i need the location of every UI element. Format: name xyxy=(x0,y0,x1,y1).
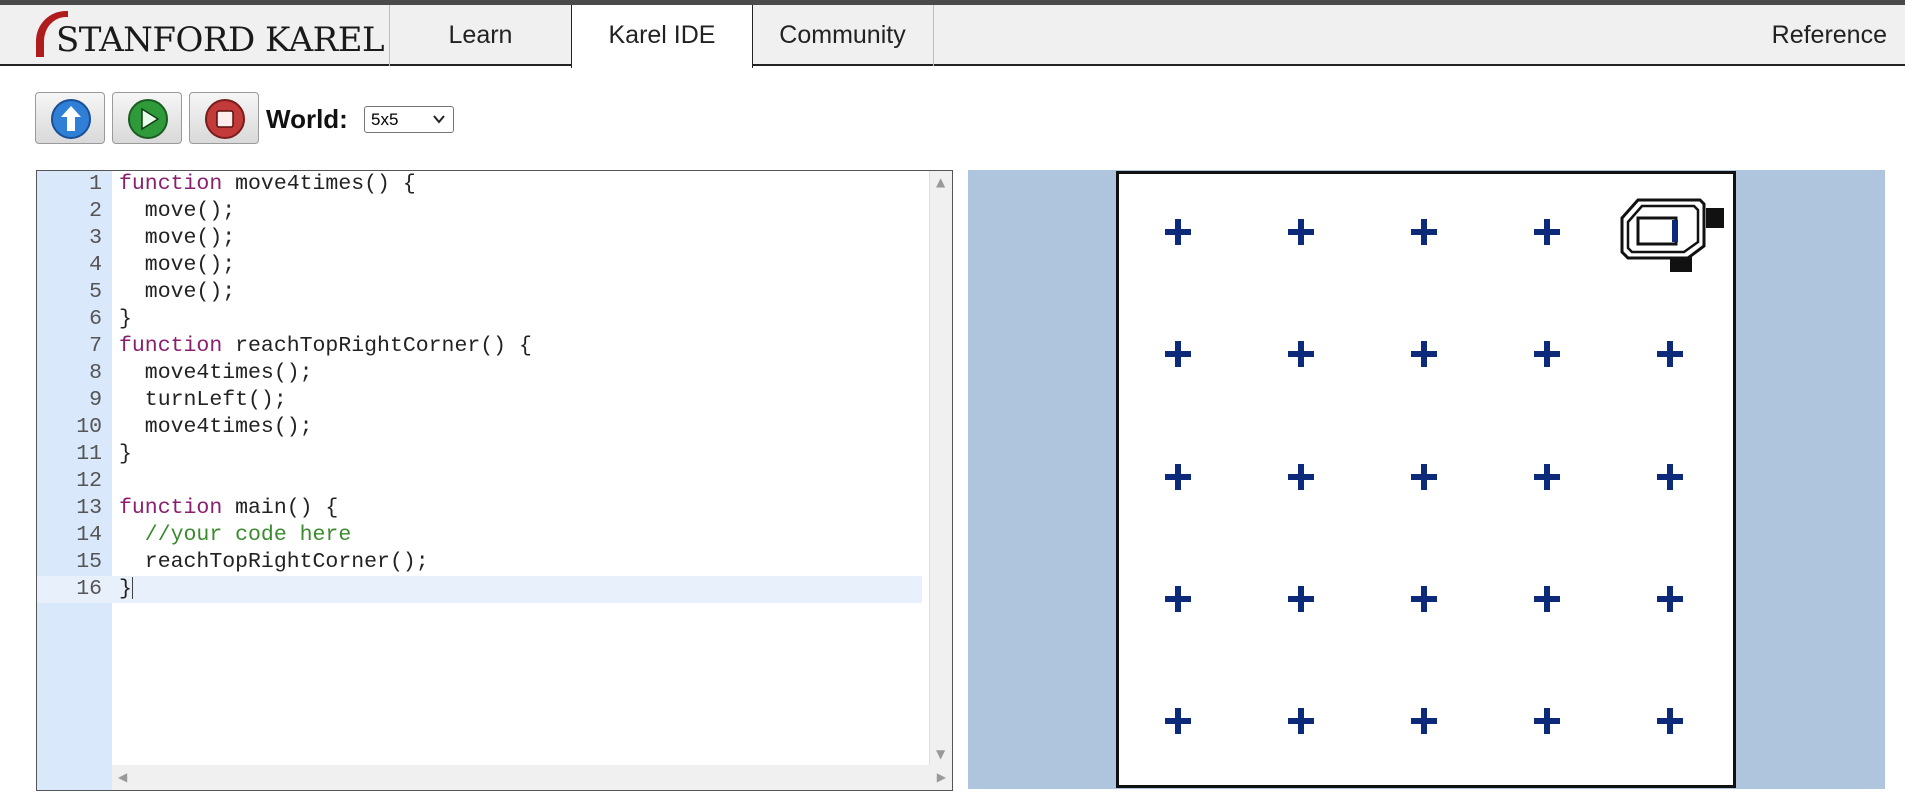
code-line[interactable]: 14 //your code here xyxy=(37,522,922,549)
grid-corner-marker xyxy=(1656,463,1683,490)
code-text: reachTopRightCorner(); xyxy=(119,550,429,574)
code-text: //your code here xyxy=(119,523,352,547)
grid-corner-marker xyxy=(1533,707,1560,734)
horizontal-scrollbar[interactable]: ◀ ▶ xyxy=(112,765,952,790)
line-number: 13 xyxy=(76,496,102,520)
grid-corner-marker xyxy=(1165,463,1192,490)
code-text: move(); xyxy=(119,253,236,277)
code-line[interactable]: 16} xyxy=(37,576,922,603)
code-line[interactable]: 15 reachTopRightCorner(); xyxy=(37,549,922,576)
code-text: function move4times() { xyxy=(119,172,416,196)
code-text: function reachTopRightCorner() { xyxy=(119,334,532,358)
grid-corner-marker xyxy=(1411,341,1437,368)
scroll-left-icon[interactable]: ◀ xyxy=(118,770,127,784)
reset-button[interactable] xyxy=(35,92,105,144)
grid-corner-marker xyxy=(1288,219,1315,246)
code-line[interactable]: 8 move4times(); xyxy=(37,360,922,387)
line-number: 4 xyxy=(89,253,102,277)
line-number: 15 xyxy=(76,550,102,574)
grid-corner-marker xyxy=(1656,585,1683,612)
up-arrow-icon xyxy=(51,99,91,139)
line-number: 9 xyxy=(89,388,102,412)
scroll-right-icon[interactable]: ▶ xyxy=(937,770,946,784)
stanford-karel-logo[interactable]: STANFORD KAREL xyxy=(0,5,390,66)
code-line[interactable]: 10 move4times(); xyxy=(37,414,922,441)
grid-corner-marker xyxy=(1533,585,1560,612)
line-number: 11 xyxy=(76,442,102,466)
code-text: function main() { xyxy=(119,496,339,520)
tab-karel-ide[interactable]: Karel IDE xyxy=(571,5,753,68)
line-number: 10 xyxy=(76,415,102,439)
tab-community[interactable]: Community xyxy=(752,5,934,66)
grid-corner-marker xyxy=(1288,707,1315,734)
tab-learn[interactable]: Learn xyxy=(390,5,572,66)
line-number: 6 xyxy=(89,307,102,331)
grid-corner-marker xyxy=(1533,463,1560,490)
line-number: 7 xyxy=(89,334,102,358)
line-number: 5 xyxy=(89,280,102,304)
chevron-down-icon xyxy=(433,115,445,124)
code-line[interactable]: 9 turnLeft(); xyxy=(37,387,922,414)
code-text: turnLeft(); xyxy=(119,388,287,412)
grid-corner-marker xyxy=(1656,341,1683,368)
code-text: move4times(); xyxy=(119,361,313,385)
line-number: 14 xyxy=(76,523,102,547)
line-number: 12 xyxy=(76,469,102,493)
grid-corner-marker xyxy=(1165,707,1192,734)
grid-corner-marker xyxy=(1411,463,1437,490)
world-select[interactable]: 5x5 xyxy=(364,106,454,133)
grid-corner-marker xyxy=(1288,585,1315,612)
line-number: 2 xyxy=(89,199,102,223)
grid-corner-marker xyxy=(1165,219,1192,246)
code-line[interactable]: 5 move(); xyxy=(37,279,922,306)
grid-corner-marker xyxy=(1533,341,1560,368)
run-button[interactable] xyxy=(112,92,182,144)
stop-button[interactable] xyxy=(189,92,259,144)
grid-corner-marker xyxy=(1656,707,1683,734)
world-select-value: 5x5 xyxy=(371,110,399,129)
line-number: 1 xyxy=(89,172,102,196)
scroll-up-icon[interactable]: ▲ xyxy=(936,175,945,189)
line-number: 3 xyxy=(89,226,102,250)
grid-corner-marker xyxy=(1165,341,1192,368)
code-line[interactable]: 3 move(); xyxy=(37,225,922,252)
code-text: move(); xyxy=(119,199,236,223)
code-text: } xyxy=(119,307,132,331)
grid-corner-marker xyxy=(1533,219,1560,246)
code-editor[interactable]: 1 function move4times() {2 move(); 3 move(… xyxy=(36,170,953,791)
code-line[interactable]: 6} xyxy=(37,306,922,333)
reference-link[interactable]: Reference xyxy=(1772,5,1887,66)
world-label: World: xyxy=(266,104,348,134)
karel-robot-icon xyxy=(1620,198,1724,272)
vertical-scrollbar[interactable]: ▲ ▼ xyxy=(929,171,952,765)
grid-corner-marker xyxy=(1165,585,1192,612)
code-line[interactable]: 2 move(); xyxy=(37,198,922,225)
code-text: move(); xyxy=(119,280,236,304)
code-text: } xyxy=(119,577,133,601)
code-line[interactable]: 11} xyxy=(37,441,922,468)
line-number: 8 xyxy=(89,361,102,385)
scroll-down-icon[interactable]: ▼ xyxy=(936,747,945,761)
grid-corner-marker xyxy=(1288,341,1315,368)
logo-text: STANFORD KAREL xyxy=(56,20,385,60)
top-nav: STANFORD KAREL Learn Karel IDE Community… xyxy=(0,5,1905,68)
grid-corner-marker xyxy=(1411,585,1437,612)
line-number: 16 xyxy=(76,577,102,601)
code-line[interactable]: 4 move(); xyxy=(37,252,922,279)
code-text: move(); xyxy=(119,226,236,250)
code-line[interactable]: 7 function reachTopRightCorner() { xyxy=(37,333,922,360)
code-line[interactable]: 1 function move4times() { xyxy=(37,171,922,198)
play-icon xyxy=(128,99,168,139)
grid-corner-marker xyxy=(1411,219,1437,246)
grid-corner-marker xyxy=(1411,707,1437,734)
code-text: move4times(); xyxy=(119,415,313,439)
code-line[interactable]: 12 xyxy=(37,468,922,495)
grid-corner-marker xyxy=(1288,463,1315,490)
code-line[interactable]: 13 function main() { xyxy=(37,495,922,522)
stop-icon xyxy=(205,99,245,139)
karel-world-panel xyxy=(968,170,1885,789)
code-text: } xyxy=(119,442,132,466)
